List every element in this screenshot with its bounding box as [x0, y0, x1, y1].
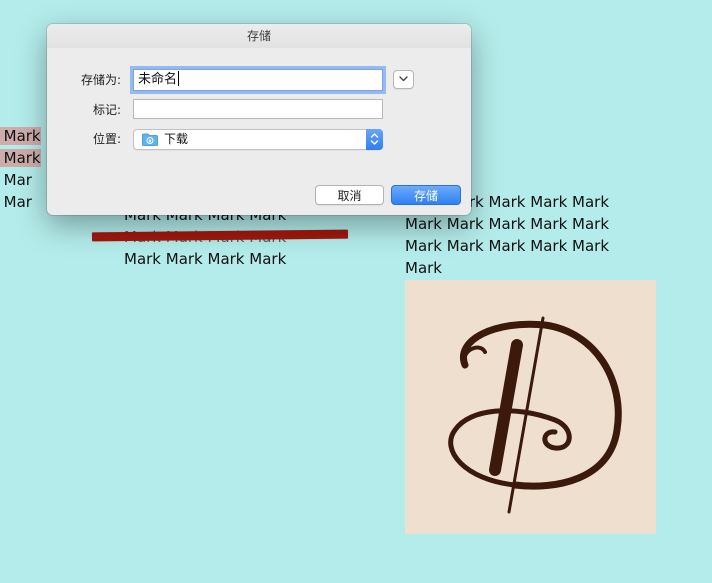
save-as-row: 存储为: 未命名 — [47, 68, 471, 92]
save-button[interactable]: 存储 — [391, 185, 461, 205]
location-row: 位置: 下载 — [47, 127, 471, 151]
expand-dialog-button[interactable] — [393, 70, 414, 89]
location-popup[interactable]: 下载 — [133, 129, 383, 150]
tags-label: 标记: — [92, 103, 121, 117]
cancel-button[interactable]: 取消 — [315, 185, 384, 205]
save-as-value: 未命名 — [138, 72, 178, 87]
right-line-3: Mark Mark Mark Mark Mark — [405, 237, 610, 255]
left-line-1: rk Mark — [0, 125, 41, 147]
downloads-folder-icon — [142, 133, 158, 146]
monogram-image[interactable] — [405, 280, 656, 534]
left-text-column: rk Mark rk Mark rk Mar rk Mar — [0, 125, 41, 213]
right-line-2: Mark Mark Mark Mark Mark — [405, 215, 610, 233]
chevron-down-icon — [399, 76, 408, 82]
document-canvas: rk Mark rk Mark rk Mar rk Mar Mark Mark … — [0, 0, 712, 583]
popup-arrows[interactable] — [366, 129, 383, 150]
tags-input[interactable] — [133, 99, 383, 119]
text-caret — [178, 71, 180, 86]
location-label: 位置: — [92, 132, 121, 146]
save-dialog: 存储 存储为: 未命名 标记: 位置: 下载 取消 存储 — [47, 24, 471, 215]
left-line-4: rk Mar — [0, 193, 32, 211]
location-value: 下载 — [164, 132, 189, 146]
left-line-3: rk Mar — [0, 171, 32, 189]
right-line-4: Mark — [405, 259, 442, 277]
tags-row: 标记: — [47, 98, 471, 122]
monogram-d-icon — [448, 316, 622, 514]
left-line-2: rk Mark — [0, 147, 41, 169]
middle-line-3: Mark Mark Mark Mark — [124, 250, 287, 268]
dialog-title: 存储 — [47, 24, 471, 48]
strikethrough-annotation — [91, 229, 349, 242]
save-as-label: 存储为: — [80, 73, 121, 87]
save-as-input[interactable]: 未命名 — [133, 69, 383, 91]
updown-arrows-icon — [370, 133, 379, 145]
